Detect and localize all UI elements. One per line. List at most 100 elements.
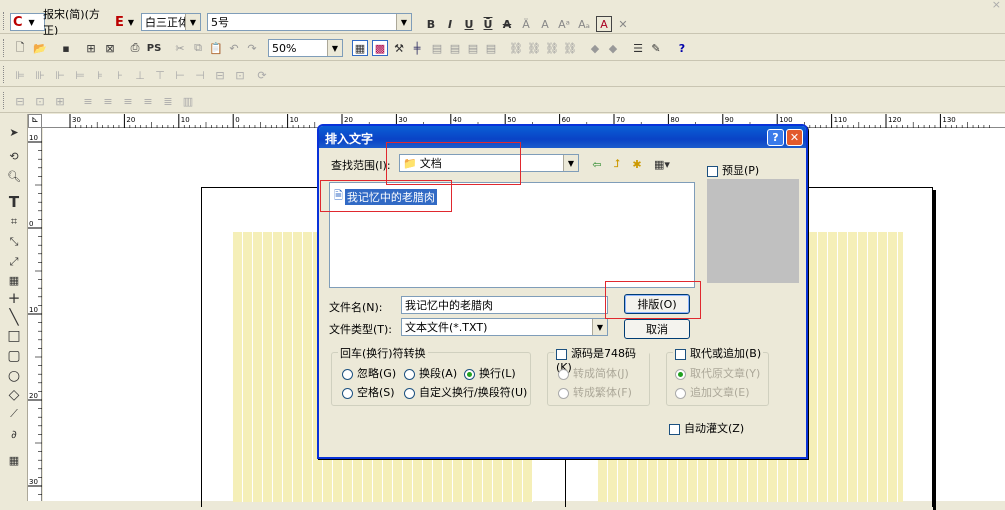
copy-icon[interactable]: ⧉ bbox=[190, 40, 206, 56]
zoom-select[interactable]: 50% ▼ bbox=[268, 39, 343, 57]
hollow-icon[interactable]: A bbox=[537, 16, 553, 32]
new-file-icon[interactable]: 🗋 bbox=[12, 40, 28, 56]
show-grid-icon[interactable]: ▩ bbox=[372, 40, 388, 56]
table-tool-icon[interactable]: ▦ bbox=[6, 272, 22, 288]
redo-icon[interactable]: ↷ bbox=[244, 40, 260, 56]
preview-checkbox-row[interactable]: 预显(P) bbox=[707, 162, 759, 178]
radio-custom[interactable]: 自定义换行/换段符(U) bbox=[404, 384, 527, 400]
align-justify-icon[interactable]: ≡ bbox=[140, 93, 156, 109]
shadow-icon[interactable]: Ä bbox=[518, 16, 534, 32]
guide-icon[interactable]: ╪ bbox=[409, 40, 425, 56]
tool-icon[interactable]: ⚒ bbox=[391, 40, 407, 56]
align-2-icon[interactable]: ⊪ bbox=[32, 67, 48, 83]
align-full-icon[interactable]: ≣ bbox=[160, 93, 176, 109]
paste-icon[interactable]: 📋 bbox=[208, 40, 224, 56]
link-2-icon[interactable]: ⛓ bbox=[526, 40, 542, 56]
clear-format-icon[interactable]: ✕ bbox=[615, 16, 631, 32]
subscript-icon[interactable]: Aₐ bbox=[576, 16, 592, 32]
chevron-down-icon[interactable]: ▼ bbox=[396, 14, 411, 30]
rounded-rect-tool-icon[interactable]: ▢ bbox=[6, 348, 22, 364]
auto-flow-checkbox[interactable] bbox=[669, 423, 680, 435]
auto-flow-row[interactable]: 自动灌文(Z) bbox=[669, 420, 744, 436]
radio-ignore[interactable]: 忽略(G) bbox=[342, 365, 396, 381]
rotate-tool-icon[interactable]: ⟲ bbox=[6, 148, 22, 164]
font-size-select[interactable]: 5号 ▼ bbox=[207, 13, 412, 31]
shape-2-icon[interactable]: ◆ bbox=[605, 40, 621, 56]
cancel-button[interactable]: 取消 bbox=[624, 319, 690, 339]
para-2-icon[interactable]: ⊡ bbox=[32, 93, 48, 109]
up-folder-icon[interactable]: ⮥ bbox=[609, 156, 625, 172]
radio-paragraph[interactable]: 换段(A) bbox=[404, 365, 457, 381]
chevron-down-icon[interactable]: ▼ bbox=[563, 155, 578, 171]
chevron-down-icon[interactable]: ▼ bbox=[592, 319, 607, 335]
align-spread-icon[interactable]: ▥ bbox=[180, 93, 196, 109]
paragraph-icon[interactable]: ☰ bbox=[630, 40, 646, 56]
rectangle-tool-icon[interactable]: □ bbox=[6, 328, 22, 344]
new-folder-icon[interactable]: ✱ bbox=[629, 156, 645, 172]
cross-icon[interactable]: + bbox=[6, 289, 22, 307]
diamond-tool-icon[interactable]: ◇ bbox=[6, 387, 22, 403]
crop-icon[interactable]: ⌗ bbox=[6, 214, 22, 230]
align-1-icon[interactable]: ⊫ bbox=[12, 67, 28, 83]
bold-icon[interactable]: B bbox=[423, 16, 439, 32]
italic-icon[interactable]: I bbox=[442, 16, 458, 32]
help-icon[interactable]: ? bbox=[674, 40, 690, 56]
radio-replace[interactable]: 取代原文章(Y) bbox=[675, 365, 760, 381]
show-frame-icon[interactable]: ▦ bbox=[352, 40, 368, 56]
align-8-icon[interactable]: ⊤ bbox=[152, 67, 168, 83]
ellipse-tool-icon[interactable]: ○ bbox=[6, 368, 22, 384]
freehand-tool-icon[interactable]: ∂ bbox=[6, 426, 22, 442]
cut-icon[interactable]: ✂ bbox=[172, 40, 188, 56]
ruler-origin[interactable]: ⊾ bbox=[28, 114, 42, 128]
edit-icon[interactable]: ✎ bbox=[648, 40, 664, 56]
preview-checkbox[interactable] bbox=[707, 165, 718, 177]
shape-1-icon[interactable]: ◆ bbox=[587, 40, 603, 56]
help-button[interactable]: ? bbox=[767, 129, 784, 146]
zoom-icon[interactable]: 🔍︎ bbox=[6, 168, 22, 184]
align-9-icon[interactable]: ⊢ bbox=[172, 67, 188, 83]
chevron-down-icon[interactable]: ▼ bbox=[327, 40, 342, 56]
layout-2-icon[interactable]: ▤ bbox=[447, 40, 463, 56]
align-7-icon[interactable]: ⊥ bbox=[132, 67, 148, 83]
radio-to-simplified[interactable]: 转成简体(J) bbox=[558, 365, 629, 381]
layout-1-icon[interactable]: ▤ bbox=[429, 40, 445, 56]
cn-font-label[interactable]: 报宋(简)(方正) bbox=[40, 8, 114, 37]
radio-space[interactable]: 空格(S) bbox=[342, 384, 395, 400]
en-font-select[interactable]: 白三正体 ▼ bbox=[141, 13, 201, 31]
radio-append[interactable]: 追加文章(E) bbox=[675, 384, 750, 400]
align-4-icon[interactable]: ⊨ bbox=[72, 67, 88, 83]
radio-to-traditional[interactable]: 转成繁体(F) bbox=[558, 384, 632, 400]
view-menu-icon[interactable]: ▦▾ bbox=[651, 156, 673, 172]
align-10-icon[interactable]: ⊣ bbox=[192, 67, 208, 83]
align-3-icon[interactable]: ⊩ bbox=[52, 67, 68, 83]
align-left-icon[interactable]: ≡ bbox=[80, 93, 96, 109]
replace-group-title[interactable]: 取代或追加(B) bbox=[673, 345, 764, 361]
ps-output-button[interactable]: PS bbox=[146, 40, 162, 56]
link-3-icon[interactable]: ⛓ bbox=[544, 40, 560, 56]
radio-newline[interactable]: 换行(L) bbox=[464, 365, 516, 381]
grid-tool-icon[interactable]: ▦ bbox=[6, 452, 22, 468]
open-folder-icon[interactable]: 📂 bbox=[32, 40, 48, 56]
filename-input[interactable]: 我记忆中的老腊肉 bbox=[401, 296, 608, 314]
print-icon[interactable]: ⎙ bbox=[127, 40, 143, 56]
strikethrough-icon[interactable]: A bbox=[499, 16, 515, 32]
align-6-icon[interactable]: ⊦ bbox=[112, 67, 128, 83]
align-right-icon[interactable]: ≡ bbox=[100, 93, 116, 109]
link-tool-icon[interactable]: ⤡ bbox=[6, 234, 22, 250]
polygon-tool-icon[interactable]: ⟋ bbox=[6, 406, 22, 422]
chevron-down-icon[interactable]: ▼ bbox=[185, 14, 200, 30]
close-button[interactable]: ✕ bbox=[786, 129, 803, 146]
text-tool-icon[interactable]: T bbox=[6, 193, 22, 211]
layout-4-icon[interactable]: ▤ bbox=[483, 40, 499, 56]
save-icon[interactable]: ▪ bbox=[58, 40, 74, 56]
rotate-icon[interactable]: ⟳ bbox=[254, 67, 270, 83]
para-3-icon[interactable]: ⊞ bbox=[52, 93, 68, 109]
para-1-icon[interactable]: ⊟ bbox=[12, 93, 28, 109]
superscript-icon[interactable]: Aᵃ bbox=[556, 16, 572, 32]
undo-icon[interactable]: ↶ bbox=[226, 40, 242, 56]
layout-3-icon[interactable]: ▤ bbox=[465, 40, 481, 56]
en-font-color-dropdown[interactable]: E ▼ bbox=[115, 13, 141, 31]
preview-icon[interactable]: ⊞ bbox=[83, 40, 99, 56]
align-5-icon[interactable]: ⊧ bbox=[92, 67, 108, 83]
box-text-icon[interactable]: A bbox=[596, 16, 612, 32]
